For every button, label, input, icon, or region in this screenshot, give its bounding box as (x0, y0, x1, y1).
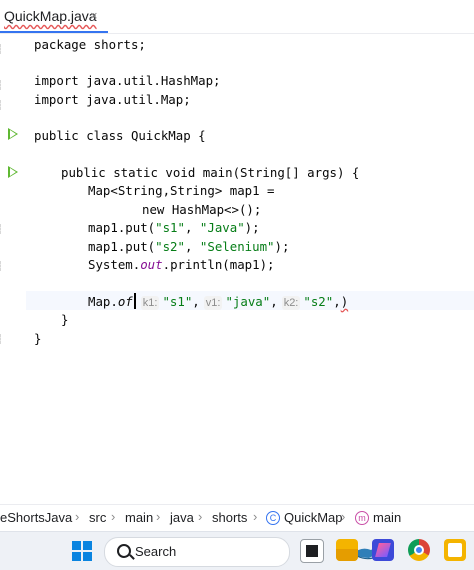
code-editor[interactable]: package shorts; import java.util.HashMap… (26, 34, 474, 496)
class-icon: C (266, 511, 280, 525)
breadcrumb-class[interactable]: C QuickMap (266, 510, 343, 525)
breadcrumb: eShortsJava › src › main › java › shorts… (0, 504, 474, 531)
code-token: map1.put( (88, 220, 156, 235)
method-icon: m (355, 511, 369, 525)
code-token: , (184, 220, 200, 235)
string-literal: "Selenium" (199, 239, 275, 254)
taskbar-search[interactable]: Search (104, 537, 385, 567)
code-line-put-s1: map1.put("s1", "Java"); (88, 218, 260, 237)
string-literal: "Java" (199, 220, 245, 235)
tab-quickmap-java[interactable]: QuickMap.java × (0, 0, 108, 33)
task-view-icon[interactable] (300, 539, 324, 563)
ide-app-icon[interactable] (372, 539, 394, 561)
param-hint-v1: v1: (203, 296, 223, 310)
breadcrumb-class-label: QuickMap (284, 510, 343, 525)
string-literal: "java" (225, 294, 271, 309)
windows-taskbar: Search (0, 531, 474, 570)
windows-start-icon[interactable] (72, 541, 92, 561)
code-line-println: System.out.println(map1); (88, 255, 275, 274)
chrome-icon[interactable] (408, 539, 430, 561)
search-label: Search (135, 544, 177, 559)
code-line-main-decl: public static void main(String[] args) { (61, 165, 360, 180)
gutter-marker (0, 224, 4, 234)
string-literal: "s1" (155, 220, 185, 235)
run-main-icon[interactable] (8, 166, 18, 178)
code-token: , (184, 239, 200, 254)
code-line-close-method: } (61, 312, 69, 327)
code-line-map-of: Map.of k1: "s1", v1: "java", k2: "s2",) (88, 292, 348, 311)
chevron-right-icon: › (253, 509, 258, 524)
gutter-marker (0, 100, 4, 110)
run-class-icon[interactable] (8, 128, 18, 140)
breadcrumb-method[interactable]: m main (355, 510, 401, 525)
code-token: ); (244, 220, 260, 235)
param-hint-k1: k1: (140, 296, 160, 310)
breadcrumb-java[interactable]: java (170, 510, 194, 525)
code-line-import-map: import java.util.Map; (34, 92, 191, 107)
param-hint-k2: k2: (281, 296, 301, 310)
code-line-class-decl: public class QuickMap { (34, 128, 206, 143)
method-call: of (117, 294, 133, 309)
breadcrumb-main[interactable]: main (125, 510, 153, 525)
editor-gutter (0, 34, 26, 496)
code-token: , (192, 294, 200, 309)
error-paren: ) (340, 294, 349, 309)
static-field: out (140, 257, 163, 272)
code-line-map-decl: Map<String,String> map1 = (88, 183, 275, 198)
chevron-right-icon: › (198, 509, 203, 524)
text-cursor (133, 293, 136, 309)
editor-tab-bar: QuickMap.java × (0, 0, 474, 34)
tab-label[interactable]: QuickMap.java (4, 8, 97, 24)
string-literal: "s1" (162, 294, 193, 309)
breadcrumb-src[interactable]: src (89, 510, 106, 525)
code-token: ); (274, 239, 290, 254)
close-icon[interactable]: × (90, 8, 98, 23)
code-line-put-s2: map1.put("s2", "Selenium"); (88, 237, 289, 256)
code-line-close-class: } (34, 331, 42, 346)
code-token: System. (88, 257, 141, 272)
breadcrumb-shorts[interactable]: shorts (212, 510, 247, 525)
gutter-marker (0, 261, 4, 271)
file-explorer-icon[interactable] (336, 539, 358, 561)
gutter-marker (0, 334, 4, 344)
code-token: map1.put( (88, 239, 156, 254)
code-token: , (333, 294, 341, 309)
breadcrumb-project[interactable]: eShortsJava (0, 510, 72, 525)
code-line-package: package shorts; (34, 37, 146, 52)
string-literal: "s2" (155, 239, 185, 254)
code-token: Map. (88, 294, 118, 309)
code-line-import-hashmap: import java.util.HashMap; (34, 73, 221, 88)
string-literal: "s2" (303, 294, 334, 309)
code-token: , (270, 294, 278, 309)
notes-app-icon[interactable] (444, 539, 466, 561)
code-token: .println(map1); (162, 257, 275, 272)
chevron-right-icon: › (156, 509, 161, 524)
code-line-new-hashmap: new HashMap<>(); (142, 202, 262, 217)
chevron-right-icon: › (75, 509, 80, 524)
chevron-right-icon: › (111, 509, 116, 524)
search-icon (117, 544, 131, 558)
gutter-marker (0, 80, 4, 90)
gutter-marker (0, 44, 4, 54)
chevron-right-icon: › (341, 509, 346, 524)
breadcrumb-method-label: main (373, 510, 402, 525)
